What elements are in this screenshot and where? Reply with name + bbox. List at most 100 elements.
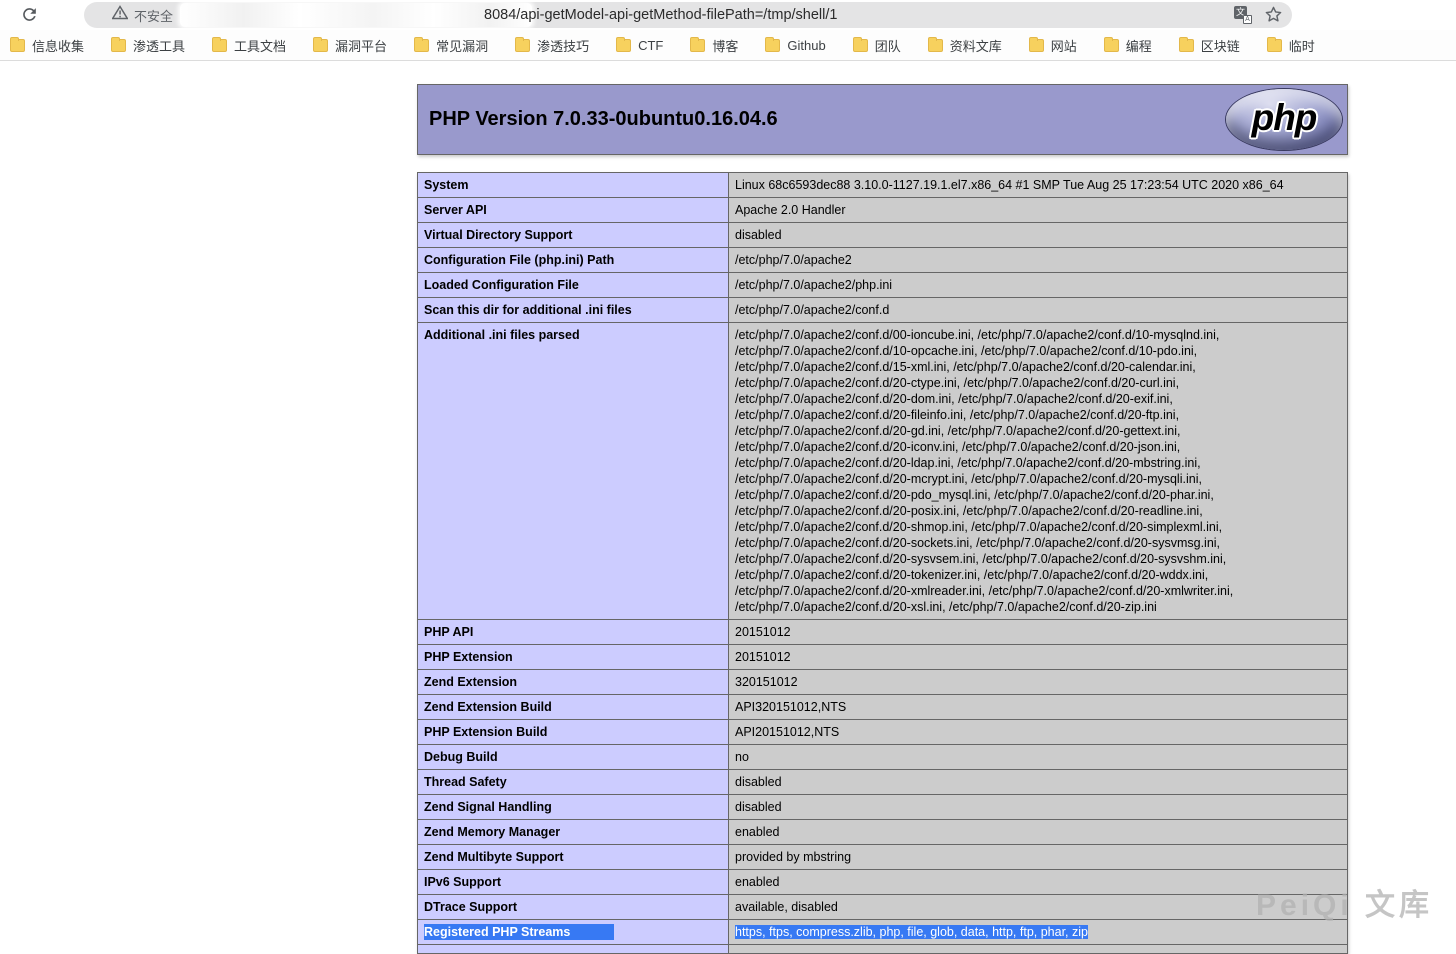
info-label-cell: Thread Safety bbox=[418, 770, 729, 795]
table-row: Additional .ini files parsed /etc/php/7.… bbox=[418, 323, 1348, 620]
info-label: Thread Safety bbox=[424, 775, 507, 789]
bookmark-item[interactable]: 网站 bbox=[1029, 36, 1077, 55]
table-row: System Linux 68c6593dec88 3.10.0-1127.19… bbox=[418, 173, 1348, 198]
address-bar[interactable]: 不安全 | 8084/api-getModel-api-getMethod-fi… bbox=[84, 2, 1292, 28]
phpinfo-header: PHP Version 7.0.33-0ubuntu0.16.04.6 php bbox=[417, 84, 1348, 155]
info-label-cell: Zend Extension Build bbox=[418, 695, 729, 720]
bookmark-label: 常见漏洞 bbox=[436, 36, 488, 55]
info-label: Server API bbox=[424, 203, 487, 217]
bookmark-folder-icon bbox=[928, 39, 943, 52]
info-label-cell: Zend Memory Manager bbox=[418, 820, 729, 845]
info-value-cell: 20151012 bbox=[729, 620, 1348, 645]
table-row: Loaded Configuration File /etc/php/7.0/a… bbox=[418, 273, 1348, 298]
php-logo[interactable]: php bbox=[1226, 89, 1342, 150]
info-label: System bbox=[424, 178, 468, 192]
bookmark-label: CTF bbox=[638, 38, 663, 53]
info-label: Loaded Configuration File bbox=[424, 278, 579, 292]
info-value: Linux 68c6593dec88 3.10.0-1127.19.1.el7.… bbox=[735, 178, 1284, 192]
bookmark-item[interactable]: 团队 bbox=[853, 36, 901, 55]
bookmark-label: 博客 bbox=[712, 36, 738, 55]
info-value-cell: /etc/php/7.0/apache2/php.ini bbox=[729, 273, 1348, 298]
info-label: DTrace Support bbox=[424, 900, 517, 914]
info-value: enabled bbox=[735, 825, 780, 839]
bookmark-label: 渗透工具 bbox=[133, 36, 185, 55]
bookmark-item[interactable]: 渗透技巧 bbox=[515, 36, 589, 55]
info-value-cell: provided by mbstring bbox=[729, 845, 1348, 870]
info-value-cell: disabled bbox=[729, 223, 1348, 248]
bookmark-folder-icon bbox=[111, 39, 126, 52]
info-value: /etc/php/7.0/apache2 bbox=[735, 253, 852, 267]
bookmark-label: 临时 bbox=[1289, 36, 1315, 55]
bookmark-item[interactable]: CTF bbox=[616, 38, 663, 53]
info-value: 20151012 bbox=[735, 625, 791, 639]
table-row: Zend Memory Manager enabled bbox=[418, 820, 1348, 845]
bookmark-item[interactable]: Github bbox=[765, 38, 825, 53]
table-row: Registered PHP Streams https, ftps, comp… bbox=[418, 920, 1348, 945]
info-label-cell: PHP API bbox=[418, 620, 729, 645]
info-label: Zend Extension Build bbox=[424, 700, 552, 714]
bookmarks-bar: 信息收集 渗透工具 工具文档 漏洞平台 常见漏洞 渗透技巧 CTF 博客 Git… bbox=[0, 30, 1456, 61]
table-row: Zend Signal Handling disabled bbox=[418, 795, 1348, 820]
info-label-cell: DTrace Support bbox=[418, 895, 729, 920]
bookmark-label: 渗透技巧 bbox=[537, 36, 589, 55]
bookmark-item[interactable]: 信息收集 bbox=[10, 36, 84, 55]
bookmark-item[interactable]: 漏洞平台 bbox=[313, 36, 387, 55]
table-row: Server API Apache 2.0 Handler bbox=[418, 198, 1348, 223]
table-row: Thread Safety disabled bbox=[418, 770, 1348, 795]
bookmark-item[interactable]: 区块链 bbox=[1179, 36, 1240, 55]
table-row: Debug Build no bbox=[418, 745, 1348, 770]
info-value-cell: /etc/php/7.0/apache2/conf.d/00-ioncube.i… bbox=[729, 323, 1348, 620]
info-label: Zend Signal Handling bbox=[424, 800, 552, 814]
reload-icon bbox=[20, 5, 39, 27]
bookmark-item[interactable]: 临时 bbox=[1267, 36, 1315, 55]
url-text[interactable]: 8084/api-getModel-api-getMethod-filePath… bbox=[484, 2, 837, 28]
bookmark-item[interactable]: 编程 bbox=[1104, 36, 1152, 55]
bookmark-star-button[interactable] bbox=[1264, 5, 1283, 27]
info-label: IPv6 Support bbox=[424, 875, 501, 889]
page-title: PHP Version 7.0.33-0ubuntu0.16.04.6 bbox=[429, 108, 778, 131]
info-value-cell: /etc/php/7.0/apache2 bbox=[729, 248, 1348, 273]
table-row: PHP API 20151012 bbox=[418, 620, 1348, 645]
info-label-cell: Zend Multibyte Support bbox=[418, 845, 729, 870]
info-label-cell: Debug Build bbox=[418, 745, 729, 770]
bookmark-item[interactable]: 资料文库 bbox=[928, 36, 1002, 55]
info-value: available, disabled bbox=[735, 900, 838, 914]
bookmark-folder-icon bbox=[515, 39, 530, 52]
info-label: Zend Multibyte Support bbox=[424, 850, 564, 864]
bookmark-item[interactable]: 工具文档 bbox=[212, 36, 286, 55]
info-value-cell: enabled bbox=[729, 820, 1348, 845]
info-value-cell: available, disabled bbox=[729, 895, 1348, 920]
bookmark-folder-icon bbox=[1104, 39, 1119, 52]
bookmark-label: 团队 bbox=[875, 36, 901, 55]
bookmark-folder-icon bbox=[690, 39, 705, 52]
info-value: disabled bbox=[735, 775, 782, 789]
info-label: Configuration File (php.ini) Path bbox=[424, 253, 614, 267]
info-label-cell: Scan this dir for additional .ini files bbox=[418, 298, 729, 323]
info-label-cell: IPv6 Support bbox=[418, 870, 729, 895]
info-value: enabled bbox=[735, 875, 780, 889]
info-label: Registered PHP Streams bbox=[424, 924, 614, 940]
bookmark-item[interactable]: 渗透工具 bbox=[111, 36, 185, 55]
info-label-cell: Zend Extension bbox=[418, 670, 729, 695]
translate-button[interactable]: 文 A bbox=[1234, 6, 1252, 24]
info-label: PHP API bbox=[424, 625, 473, 639]
info-label-cell: Additional .ini files parsed bbox=[418, 323, 729, 620]
table-row: DTrace Support available, disabled bbox=[418, 895, 1348, 920]
info-value: disabled bbox=[735, 800, 782, 814]
info-label: Scan this dir for additional .ini files bbox=[424, 303, 632, 317]
bookmark-label: 区块链 bbox=[1201, 36, 1240, 55]
bookmark-label: 工具文档 bbox=[234, 36, 286, 55]
info-label-cell: Loaded Configuration File bbox=[418, 273, 729, 298]
info-value-cell: Apache 2.0 Handler bbox=[729, 198, 1348, 223]
bookmark-label: 漏洞平台 bbox=[335, 36, 387, 55]
reload-button[interactable] bbox=[18, 5, 40, 27]
bookmark-item[interactable]: 博客 bbox=[690, 36, 738, 55]
bookmark-folder-icon bbox=[212, 39, 227, 52]
security-chip[interactable]: 不安全 | bbox=[112, 2, 187, 28]
watermark: PeiQi 文库 bbox=[1256, 880, 1433, 924]
bookmark-item[interactable]: 常见漏洞 bbox=[414, 36, 488, 55]
redacted-host-blur bbox=[180, 3, 532, 27]
bookmark-folder-icon bbox=[313, 39, 328, 52]
info-value-cell: Linux 68c6593dec88 3.10.0-1127.19.1.el7.… bbox=[729, 173, 1348, 198]
info-label: Virtual Directory Support bbox=[424, 228, 572, 242]
